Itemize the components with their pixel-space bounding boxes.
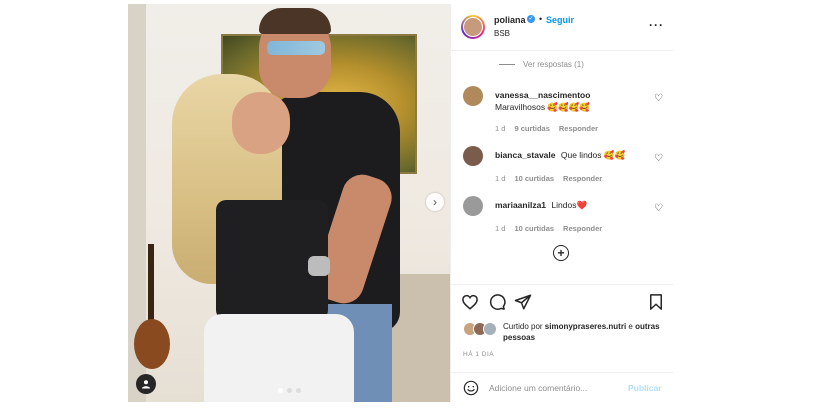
header-separator: •: [539, 14, 543, 24]
comment-text: Que lindos 🥰🥰: [560, 150, 626, 160]
carousel-dot-active: [278, 388, 283, 393]
comment-like-heart-icon[interactable]: ♡: [654, 153, 663, 164]
comment-text: Maravilhosos 🥰🥰🥰🥰: [495, 102, 590, 112]
comment-time: 1 d: [495, 174, 506, 183]
commenter-avatar[interactable]: [463, 146, 483, 166]
share-send-icon[interactable]: [514, 293, 532, 311]
like-heart-icon[interactable]: [461, 293, 479, 311]
comment-bubble-icon[interactable]: [488, 293, 506, 311]
instagram-post: › poliana ✓ • Seguir BSB ··· Ver respost…: [128, 4, 673, 402]
comment-reply-button[interactable]: Responder: [563, 224, 602, 233]
comment-username[interactable]: mariaanilza1: [495, 200, 546, 210]
comment-likes[interactable]: 10 curtidas: [514, 224, 554, 233]
photo-guitar-body: [134, 319, 170, 369]
carousel-dot: [296, 388, 301, 393]
comment-username[interactable]: vanessa__nascimentoo: [495, 90, 590, 100]
liked-by-prefix: Curtido por: [503, 322, 545, 331]
comment-body: vanessa__nascimentoo Maravilhosos 🥰🥰🥰🥰: [495, 89, 645, 113]
comment-body: bianca_stavale Que lindos 🥰🥰: [495, 149, 645, 161]
view-replies-label: Ver respostas (1): [523, 60, 584, 69]
comment-time: 1 d: [495, 224, 506, 233]
comment-item: mariaanilza1 Lindos❤️ 1 d 10 curtidas Re…: [451, 196, 673, 246]
comment-username[interactable]: bianca_stavale: [495, 150, 555, 160]
commenter-avatar[interactable]: [463, 196, 483, 216]
author-avatar[interactable]: [461, 15, 485, 39]
view-replies-link[interactable]: Ver respostas (1): [499, 60, 584, 69]
comment-meta: 1 d 10 curtidas Responder: [495, 174, 602, 183]
comment-meta: 1 d 10 curtidas Responder: [495, 224, 602, 233]
comment-meta: 1 d 9 curtidas Responder: [495, 124, 598, 133]
load-more-comments-plus-icon[interactable]: +: [553, 245, 569, 261]
publish-button[interactable]: Publicar: [628, 383, 662, 393]
post-header: poliana ✓ • Seguir BSB ···: [451, 4, 673, 51]
next-slide-chevron-icon[interactable]: ›: [426, 193, 444, 211]
commenter-avatar[interactable]: [463, 86, 483, 106]
liked-by-text: Curtido por simonypraseres.nutri e outra…: [503, 321, 663, 343]
comment-body: mariaanilza1 Lindos❤️: [495, 199, 645, 211]
liked-by-row: Curtido por simonypraseres.nutri e outra…: [463, 321, 663, 343]
post-photo[interactable]: ›: [128, 4, 450, 402]
emoji-smiley-icon[interactable]: [463, 380, 479, 396]
comment-likes[interactable]: 9 curtidas: [514, 124, 549, 133]
comment-like-heart-icon[interactable]: ♡: [654, 203, 663, 214]
replies-line: [499, 64, 515, 65]
photo-guitar-neck: [148, 244, 154, 324]
comment-item: bianca_stavale Que lindos 🥰🥰 1 d 10 curt…: [451, 146, 673, 196]
more-options-icon[interactable]: ···: [649, 18, 664, 32]
post-timestamp[interactable]: HÁ 1 DIA: [463, 351, 494, 358]
comment-item: vanessa__nascimentoo Maravilhosos 🥰🥰🥰🥰 1…: [451, 86, 673, 136]
comment-like-heart-icon[interactable]: ♡: [654, 93, 663, 104]
post-side-panel: poliana ✓ • Seguir BSB ··· Ver respostas…: [450, 4, 673, 402]
photo-watch: [308, 256, 330, 276]
liked-by-avatars[interactable]: [463, 322, 497, 336]
save-bookmark-icon[interactable]: [647, 293, 665, 311]
comment-reply-button[interactable]: Responder: [559, 124, 598, 133]
liked-by-user[interactable]: simonypraseres.nutri: [545, 322, 626, 331]
comment-text: Lindos❤️: [551, 200, 588, 210]
comment-likes[interactable]: 10 curtidas: [514, 174, 554, 183]
post-location[interactable]: BSB: [494, 29, 510, 38]
author-avatar-image: [463, 17, 483, 37]
tagged-user-icon[interactable]: [136, 374, 156, 394]
carousel-indicator: [278, 388, 301, 393]
add-comment-bar: Publicar: [451, 372, 673, 403]
follow-button[interactable]: Seguir: [546, 15, 574, 25]
comment-input[interactable]: [489, 380, 619, 396]
comment-time: 1 d: [495, 124, 506, 133]
photo-man-sunglasses: [267, 41, 325, 55]
author-username[interactable]: poliana: [494, 15, 526, 25]
comment-reply-button[interactable]: Responder: [563, 174, 602, 183]
verified-badge-icon: ✓: [527, 15, 535, 23]
photo-man-hair: [259, 8, 331, 34]
photo-woman-face: [232, 92, 290, 154]
liked-by-avatar: [483, 322, 497, 336]
carousel-dot: [287, 388, 292, 393]
liked-by-suffix: e: [626, 322, 636, 331]
